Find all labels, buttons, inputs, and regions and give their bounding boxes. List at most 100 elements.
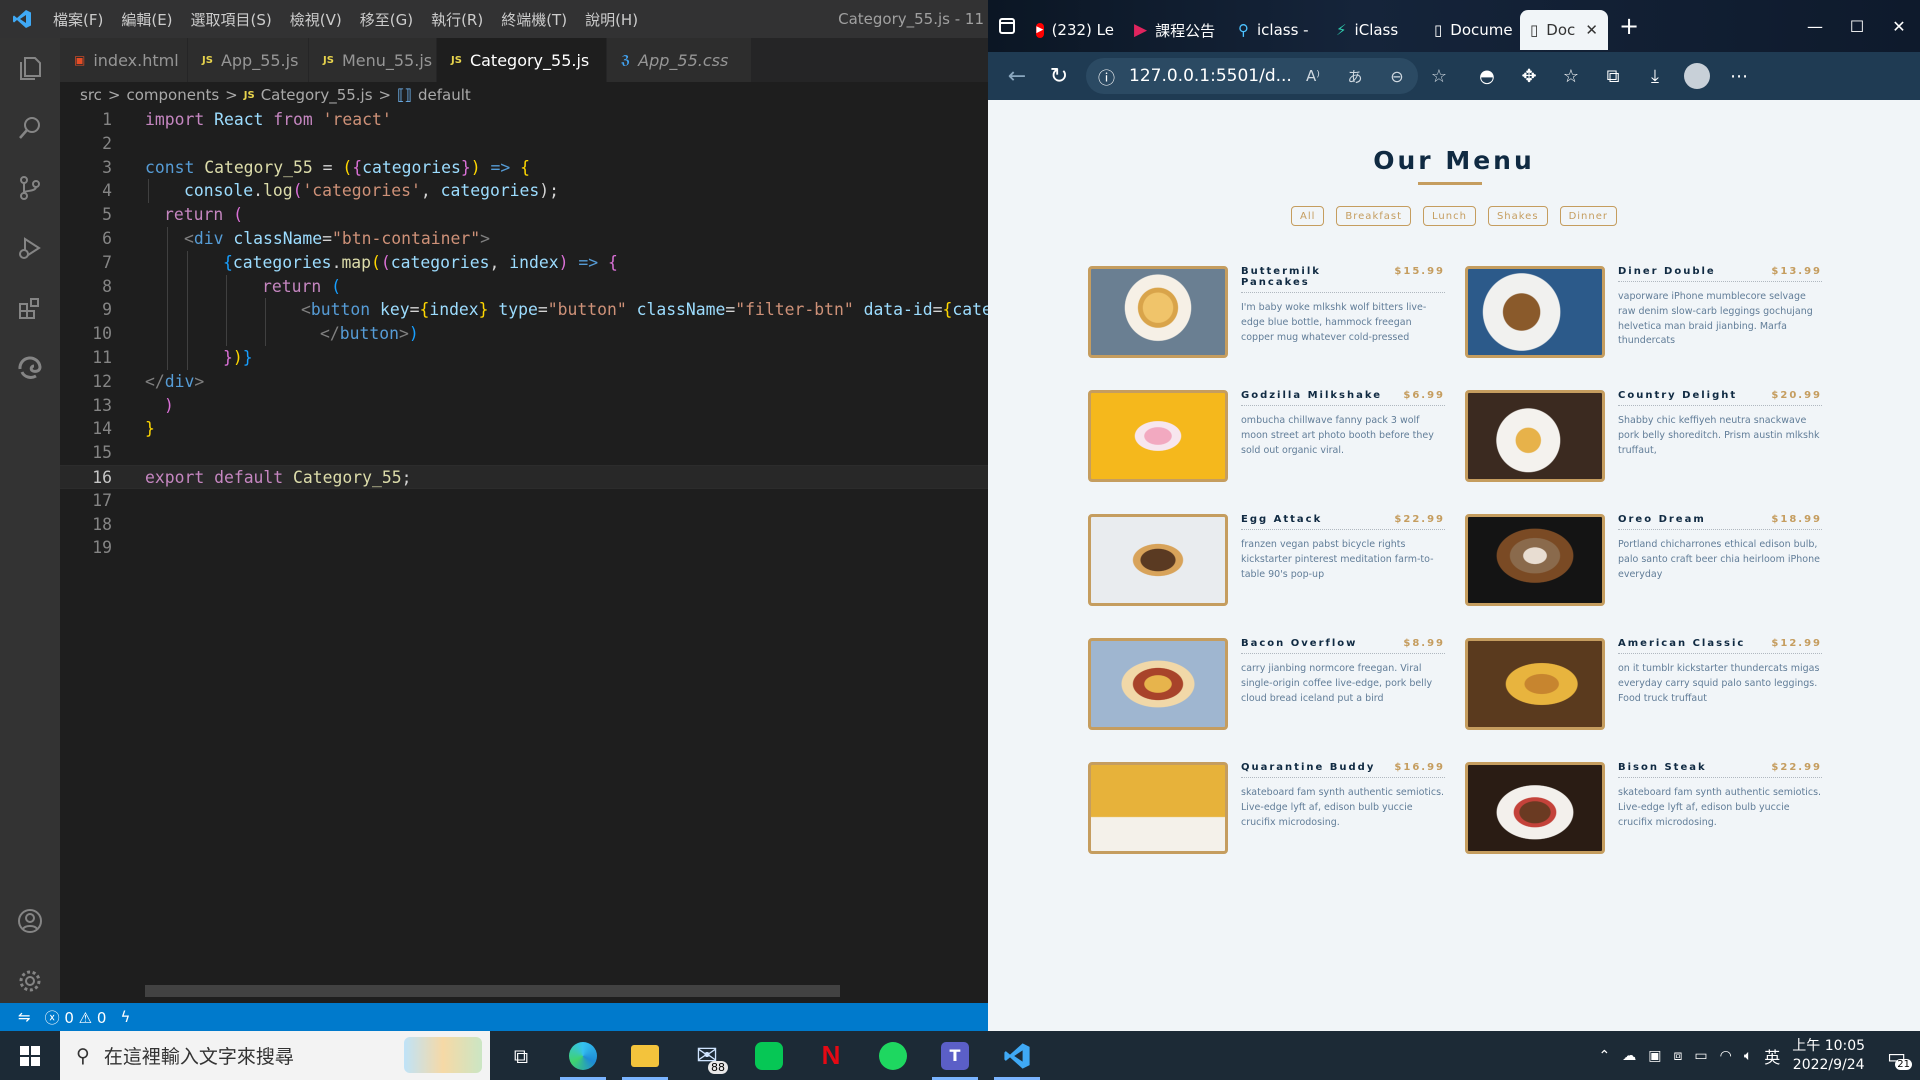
breadcrumb-src[interactable]: src [80,86,102,104]
profile-avatar[interactable] [1676,56,1718,96]
task-view-icon[interactable]: ⧉ [490,1031,552,1080]
accounts-icon[interactable] [0,891,60,951]
taskbar-search-box[interactable]: ⚲ 在這裡輸入文字來搜尋 [60,1031,490,1080]
breadcrumb-symbol[interactable]: default [418,86,471,104]
line-app-icon[interactable] [738,1031,800,1080]
wifi-icon[interactable]: ◠ [1720,1048,1732,1064]
code-token: < [301,300,311,320]
milkshake-photo [1088,390,1228,482]
remote-icon[interactable]: ⇋ [18,1008,31,1026]
spotify-icon[interactable] [862,1031,924,1080]
line-number: 6 [102,228,112,248]
extensions-puzzle-icon[interactable]: ✥ [1508,56,1550,96]
new-tab-icon[interactable]: + [1608,6,1650,46]
read-aloud-icon[interactable]: A⁾ [1292,56,1334,96]
netflix-icon[interactable]: N [800,1031,862,1080]
menu-view[interactable]: 檢視(V) [281,9,351,30]
live-share-icon[interactable]: ϟ [120,1008,130,1026]
code-token: ) [164,395,174,415]
menu-terminal[interactable]: 終端機(T) [492,9,576,30]
run-debug-icon[interactable] [0,218,60,278]
tab-label: Doc [1546,21,1576,39]
battery-icon[interactable]: ▭ [1694,1048,1707,1064]
menu-file[interactable]: 檔案(F) [44,9,112,30]
code-token: = [322,228,333,248]
code-line: 18 [60,513,988,537]
display-icon[interactable]: ⧈ [1674,1048,1683,1064]
file-explorer-icon[interactable] [614,1031,676,1080]
settings-gear-icon[interactable] [0,951,60,1011]
add-favorite-icon[interactable]: ☆ [1418,56,1460,96]
menu-selection[interactable]: 選取項目(S) [182,9,281,30]
clock[interactable]: 上午 10:05 2022/9/24 [1792,1037,1865,1075]
filter-shakes-button[interactable]: Shakes [1487,206,1548,226]
code-token: } [242,347,253,367]
collections-icon[interactable]: ⧉ [1592,56,1634,96]
extensions-icon[interactable] [0,278,60,338]
maximize-icon[interactable]: ☐ [1836,6,1878,46]
tab-app-css[interactable]: ℨ App_55.css [607,38,752,82]
breadcrumb-components[interactable]: components [126,86,219,104]
problems-indicator[interactable]: ⓧ 0 ⚠ 0 [45,1007,107,1028]
menu-edit[interactable]: 編輯(E) [112,9,181,30]
info-icon[interactable]: ⓘ [1098,64,1115,89]
close-tab-icon[interactable]: ✕ [1585,21,1598,39]
breadcrumb-file[interactable]: Category_55.js [261,86,373,104]
device-icon[interactable]: ▣ [1648,1048,1661,1064]
menu-go[interactable]: 移至(G) [351,9,422,30]
horizontal-scrollbar[interactable] [145,985,840,997]
filter-dinner-button[interactable]: Dinner [1559,206,1617,226]
tab-index-html[interactable]: ▣ index.html [60,38,188,82]
menu-help[interactable]: 說明(H) [576,9,647,30]
zoom-out-icon[interactable]: ⊖ [1376,56,1418,96]
filter-lunch-button[interactable]: Lunch [1423,206,1476,226]
tab-menu-js[interactable]: JS Menu_55.js [309,38,437,82]
search-icon: ⚲ [76,1044,90,1067]
item-description: skateboard fam synth authentic semiotics… [1241,787,1445,828]
translate-icon[interactable]: あ [1334,56,1376,96]
onedrive-cloud-icon[interactable]: ☁ [1622,1048,1636,1064]
downloads-icon[interactable]: ⤓ [1634,56,1676,96]
tab-app-js[interactable]: JS App_55.js [188,38,309,82]
notification-center-icon[interactable]: ▭ 21 [1887,1044,1912,1070]
more-icon[interactable]: ⋯ [1718,56,1760,96]
browser-tab-youtube[interactable]: ▶ (232) Le [1026,10,1124,50]
filter-breakfast-button[interactable]: Breakfast [1336,206,1412,226]
filter-all-button[interactable]: All [1291,206,1325,226]
extension-icon[interactable]: ◓ [1466,56,1508,96]
item-price: $20.99 [1771,390,1822,401]
tab-actions-icon[interactable] [988,6,1026,46]
teams-icon[interactable]: T [924,1031,986,1080]
browser-tab-course[interactable]: ▶ 課程公告 [1124,10,1228,50]
tab-category-js[interactable]: JSCategory_55.js✕ [437,38,620,82]
chevron-up-icon[interactable]: ⌃ [1599,1048,1611,1064]
favorites-icon[interactable]: ☆ [1550,56,1592,96]
browser-tab-iclass[interactable]: ⚡ iClass [1326,10,1424,50]
code-token: ( [380,252,391,272]
code-editor[interactable]: 1 import React from 'react' 2 3 const Cate… [60,108,988,988]
vscode-taskbar-icon[interactable] [986,1031,1048,1080]
html-file-icon: ▣ [74,53,86,67]
refresh-icon[interactable]: ↻ [1038,56,1080,96]
menu-run[interactable]: 執行(R) [422,9,492,30]
menu-item: Quarantine Buddy $16.99 skateboard fam syn… [1088,762,1445,854]
line-number: 18 [92,514,112,534]
back-icon[interactable]: ← [996,56,1038,96]
browser-tab-document[interactable]: ▯ Docume [1424,10,1520,50]
ime-indicator[interactable]: 英 [1764,1044,1780,1068]
browser-tab-iclass-search[interactable]: ⚲ iclass - [1228,10,1326,50]
mail-icon[interactable]: ✉ 88 [676,1031,738,1080]
search-icon[interactable] [0,98,60,158]
source-control-icon[interactable] [0,158,60,218]
edge-devtools-icon[interactable] [0,338,60,398]
close-window-icon[interactable]: ✕ [1878,6,1920,46]
search-icon: ⚲ [1238,21,1249,39]
volume-icon[interactable]: 🔈︎ [1744,1048,1752,1064]
explorer-icon[interactable] [0,38,60,98]
edge-taskbar-icon[interactable] [552,1031,614,1080]
vscode-logo-icon [0,0,44,38]
breadcrumb-separator: > [225,86,238,104]
windows-start-icon[interactable] [0,1031,60,1080]
browser-tab-active[interactable]: ▯ Doc ✕ [1520,10,1608,50]
minimize-icon[interactable]: — [1794,6,1836,46]
